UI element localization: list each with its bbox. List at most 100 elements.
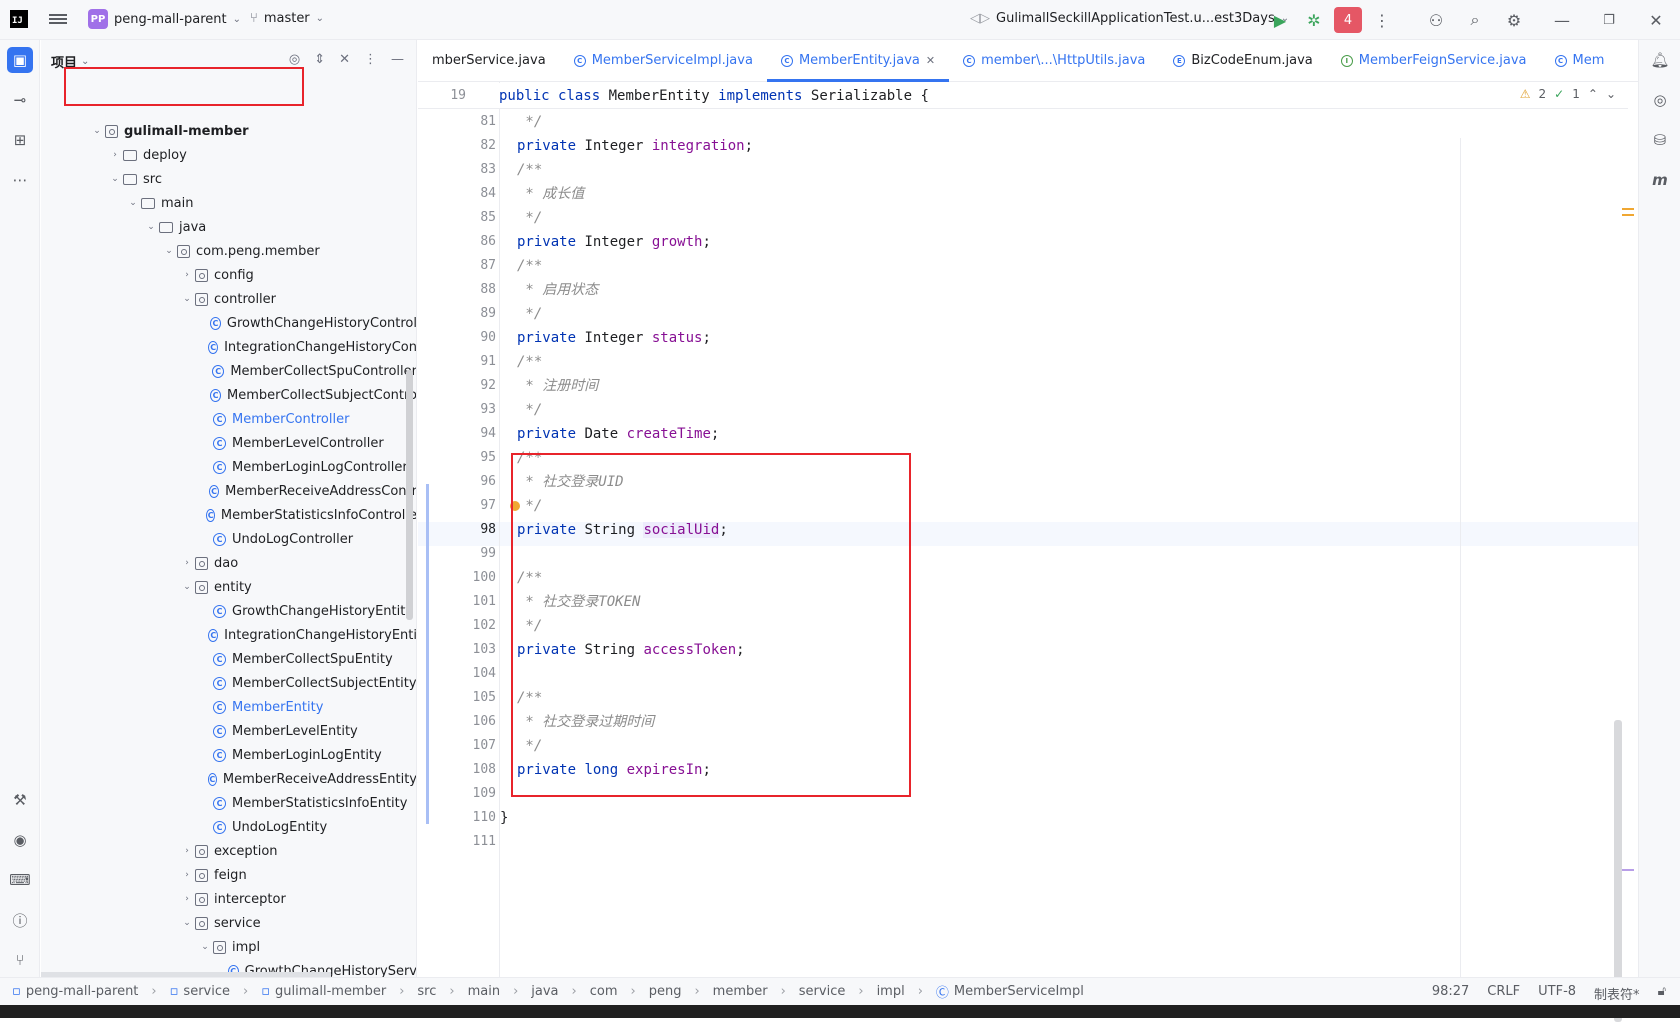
caret-position[interactable]: 98:27	[1432, 984, 1469, 1003]
minimize-icon[interactable]: —	[1550, 8, 1574, 32]
git-icon[interactable]: ⑂	[7, 947, 33, 973]
tree-node[interactable]: C MemberCollectSpuEntity	[41, 648, 416, 670]
line-separator[interactable]: CRLF	[1487, 984, 1520, 1003]
editor-tab[interactable]: C Mem	[1541, 40, 1619, 82]
tree-node[interactable]: C MemberStatisticsInfoEntity	[41, 792, 416, 814]
breadcrumb-item[interactable]: impl	[877, 984, 905, 999]
tree-node[interactable]: ⌄ controller	[41, 288, 416, 310]
tree-node[interactable]: › exception	[41, 840, 416, 862]
breadcrumb-item[interactable]: gulimall-member	[275, 984, 386, 999]
gear-icon[interactable]: ⚙	[1502, 8, 1526, 32]
problems-icon[interactable]: ⓘ	[7, 907, 33, 933]
terminal-icon[interactable]: ⌨	[7, 867, 33, 893]
chevron-down-icon[interactable]: ⌄	[81, 56, 89, 67]
tree-node[interactable]: C IntegrationChangeHistoryEnti	[41, 624, 416, 646]
debug-icon[interactable]: ✲	[1302, 8, 1326, 32]
branch-selector[interactable]: ⑂ master ⌄	[250, 11, 324, 26]
chevron-down-icon[interactable]: ⌄	[179, 918, 195, 928]
tree-node[interactable]: C MemberStatisticsInfoControlle	[41, 504, 416, 526]
tree-node[interactable]: C MemberReceiveAddressEntity	[41, 768, 416, 790]
chevron-right-icon[interactable]: ›	[179, 894, 195, 904]
breadcrumb-item[interactable]: src	[417, 984, 436, 999]
restore-icon[interactable]: ❐	[1597, 8, 1621, 32]
sticky-header[interactable]: 19 public class MemberEntity implements …	[418, 83, 1628, 109]
build-icon[interactable]: ⚒	[7, 787, 33, 813]
editor-tab[interactable]: Cmember\...\HttpUtils.java	[949, 40, 1159, 82]
tree-node[interactable]: C MemberReceiveAddressContr	[41, 480, 416, 502]
tree-node[interactable]: C MemberCollectSpuController	[41, 360, 416, 382]
inspection-widget[interactable]: ⚠ 2 ✓ 1 ⌃ ⌄	[1520, 87, 1616, 101]
maven-icon[interactable]: m	[1647, 167, 1673, 193]
chevron-right-icon[interactable]: ›	[179, 846, 195, 856]
locate-icon[interactable]: ◎	[289, 52, 300, 67]
editor-tab[interactable]: mberService.java	[418, 40, 560, 82]
add-user-icon[interactable]: ⚇	[1424, 8, 1448, 32]
chevron-right-icon[interactable]: ›	[179, 270, 195, 280]
tree-node[interactable]: C MemberController	[41, 408, 416, 430]
tree-node[interactable]: › dao	[41, 552, 416, 574]
chevron-down-icon[interactable]: ⌄	[107, 174, 123, 184]
structure-icon[interactable]: ⊞	[7, 127, 33, 153]
options-icon[interactable]: ⋮	[364, 52, 377, 67]
ai-assistant-icon[interactable]: ◎	[1647, 87, 1673, 113]
breadcrumb-item[interactable]: member	[713, 984, 768, 999]
editor-tab[interactable]: C MemberServiceImpl.java	[560, 40, 767, 82]
intellij-logo[interactable]: IJ	[10, 10, 28, 28]
breadcrumb-item[interactable]: main	[468, 984, 500, 999]
project-tree-scrollbar[interactable]	[406, 370, 413, 620]
breadcrumb-item[interactable]: peng	[649, 984, 682, 999]
tree-node[interactable]: C IntegrationChangeHistoryCon	[41, 336, 416, 358]
tree-node[interactable]: C MemberCollectSubjectEntity	[41, 672, 416, 694]
tree-node[interactable]: › config	[41, 264, 416, 286]
more-actions-icon[interactable]: ⋮	[1370, 8, 1394, 32]
breadcrumb-item[interactable]: peng-mall-parent	[26, 984, 139, 999]
tree-node[interactable]: ⌄ main	[41, 192, 416, 214]
breadcrumb-item[interactable]: service	[799, 984, 846, 999]
prev-highlight-icon[interactable]: ⌃	[1588, 87, 1598, 101]
services-icon[interactable]: ◉	[7, 827, 33, 853]
main-menu-icon[interactable]	[49, 12, 67, 26]
editor-tab[interactable]: C MemberEntity.java ✕	[766, 40, 950, 82]
close-icon[interactable]: ✕	[926, 54, 935, 67]
tree-node[interactable]: ⌄ gulimall-member	[41, 120, 416, 142]
chevron-down-icon[interactable]: ⌄	[143, 222, 159, 232]
editor-tab[interactable]: I MemberFeignService.java	[1327, 40, 1541, 82]
tree-node[interactable]: ⌄ com.peng.member	[41, 240, 416, 262]
tree-node[interactable]: C GrowthChangeHistoryEntity	[41, 600, 416, 622]
editor-tab[interactable]: E BizCodeEnum.java	[1159, 40, 1326, 82]
expand-all-icon[interactable]: ⇕	[314, 52, 325, 67]
breadcrumb-item[interactable]: MemberServiceImpl	[954, 984, 1084, 999]
notifications-button[interactable]: 4	[1334, 7, 1362, 33]
file-encoding[interactable]: UTF-8	[1538, 984, 1576, 1003]
notifications-icon[interactable]: 🔔︎	[1647, 47, 1673, 73]
run-icon[interactable]: ▶	[1268, 8, 1292, 32]
tree-node[interactable]: › interceptor	[41, 888, 416, 910]
tree-node[interactable]: › feign	[41, 864, 416, 886]
hide-panel-icon[interactable]: —	[391, 52, 404, 67]
next-highlight-icon[interactable]: ⌄	[1606, 87, 1616, 101]
tree-node[interactable]: C MemberCollectSubjectContro	[41, 384, 416, 406]
project-selector[interactable]: PP peng-mall-parent ⌄	[88, 9, 241, 29]
tree-node[interactable]: › deploy	[41, 144, 416, 166]
run-config-selector[interactable]: ◁▷ GulimallSeckillApplicationTest.u...es…	[970, 11, 1289, 26]
tree-node[interactable]: C UndoLogController	[41, 528, 416, 550]
tree-node[interactable]: ⌄ impl	[41, 936, 416, 958]
chevron-right-icon[interactable]: ›	[107, 150, 123, 160]
tree-node[interactable]: C GrowthChangeHistoryControl	[41, 312, 416, 334]
chevron-right-icon[interactable]: ›	[179, 870, 195, 880]
collapse-all-icon[interactable]: ✕	[339, 52, 350, 67]
project-tool-icon[interactable]: ▣	[7, 47, 33, 73]
tree-node[interactable]: C MemberLevelEntity	[41, 720, 416, 742]
tree-node[interactable]: C MemberLoginLogController	[41, 456, 416, 478]
lock-icon[interactable]: 🔓︎	[1658, 984, 1666, 1003]
chevron-down-icon[interactable]: ⌄	[179, 294, 195, 304]
tree-node[interactable]: C MemberLoginLogEntity	[41, 744, 416, 766]
tree-node[interactable]: ⌄ java	[41, 216, 416, 238]
breadcrumb-item[interactable]: service	[183, 984, 230, 999]
breadcrumb-item[interactable]: java	[531, 984, 558, 999]
tree-node[interactable]: C MemberEntity	[41, 696, 416, 718]
indent-setting[interactable]: 制表符*	[1594, 984, 1640, 1003]
search-icon[interactable]: ⌕	[1463, 8, 1487, 32]
breadcrumb-item[interactable]: com	[590, 984, 618, 999]
tree-node[interactable]: ⌄ src	[41, 168, 416, 190]
